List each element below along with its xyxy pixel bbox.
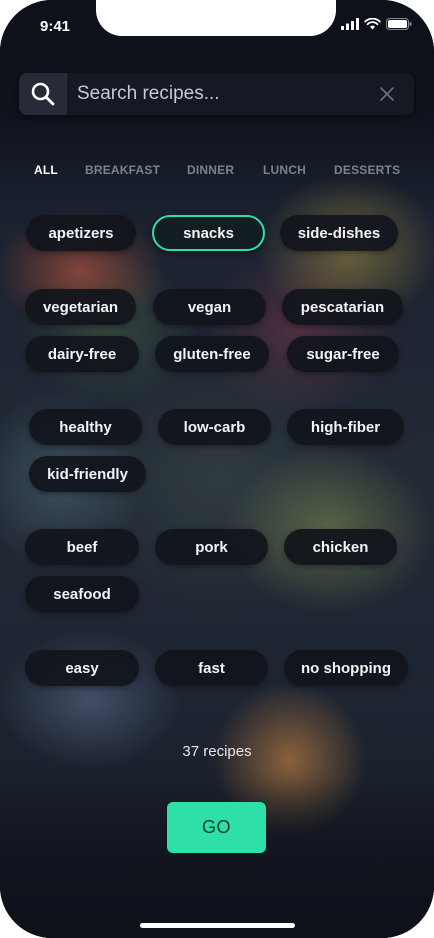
tab-all[interactable]: ALL — [34, 163, 58, 177]
chip-fast[interactable]: fast — [155, 650, 268, 686]
chip-chicken[interactable]: chicken — [284, 529, 397, 565]
recipe-count: 37 recipes — [182, 743, 252, 760]
clear-search-button[interactable] — [378, 85, 396, 103]
close-icon — [380, 87, 394, 101]
chip-vegan[interactable]: vegan — [153, 289, 266, 325]
tab-dinner[interactable]: DINNER — [187, 163, 234, 177]
chip-dairy-free[interactable]: dairy-free — [25, 336, 139, 372]
chip-beef[interactable]: beef — [25, 529, 139, 565]
go-button[interactable]: GO — [167, 802, 266, 853]
chip-easy[interactable]: easy — [25, 650, 139, 686]
tab-desserts[interactable]: DESSERTS — [334, 163, 400, 177]
battery-icon — [386, 18, 412, 30]
tab-lunch[interactable]: LUNCH — [263, 163, 306, 177]
chip-apetizers[interactable]: apetizers — [26, 215, 136, 251]
category-tabs: ALL BREAKFAST DINNER LUNCH DESSERTS — [0, 163, 434, 179]
search-bar — [19, 73, 414, 115]
chip-seafood[interactable]: seafood — [25, 576, 139, 612]
search-button[interactable] — [19, 73, 67, 115]
home-indicator[interactable] — [140, 923, 295, 928]
chip-low-carb[interactable]: low-carb — [158, 409, 271, 445]
chip-sugar-free[interactable]: sugar-free — [287, 336, 399, 372]
chip-kid-friendly[interactable]: kid-friendly — [29, 456, 146, 492]
chip-high-fiber[interactable]: high-fiber — [287, 409, 404, 445]
chip-pork[interactable]: pork — [155, 529, 268, 565]
search-icon — [31, 82, 55, 106]
status-icons — [341, 18, 412, 30]
device-notch — [96, 0, 336, 36]
chip-snacks[interactable]: snacks — [152, 215, 265, 251]
status-time: 9:41 — [40, 18, 71, 35]
tab-breakfast[interactable]: BREAKFAST — [85, 163, 160, 177]
chip-no-shopping[interactable]: no shopping — [284, 650, 408, 686]
wifi-icon — [364, 18, 381, 30]
phone-screen: 9:41 Search recipes... ALL BREAKFAST DIN… — [0, 0, 434, 938]
chip-vegetarian[interactable]: vegetarian — [25, 289, 136, 325]
signal-icon — [341, 18, 359, 30]
chip-pescatarian[interactable]: pescatarian — [282, 289, 403, 325]
chip-gluten-free[interactable]: gluten-free — [155, 336, 269, 372]
chip-side-dishes[interactable]: side-dishes — [280, 215, 398, 251]
chip-healthy[interactable]: healthy — [29, 409, 142, 445]
search-input[interactable] — [77, 79, 367, 109]
